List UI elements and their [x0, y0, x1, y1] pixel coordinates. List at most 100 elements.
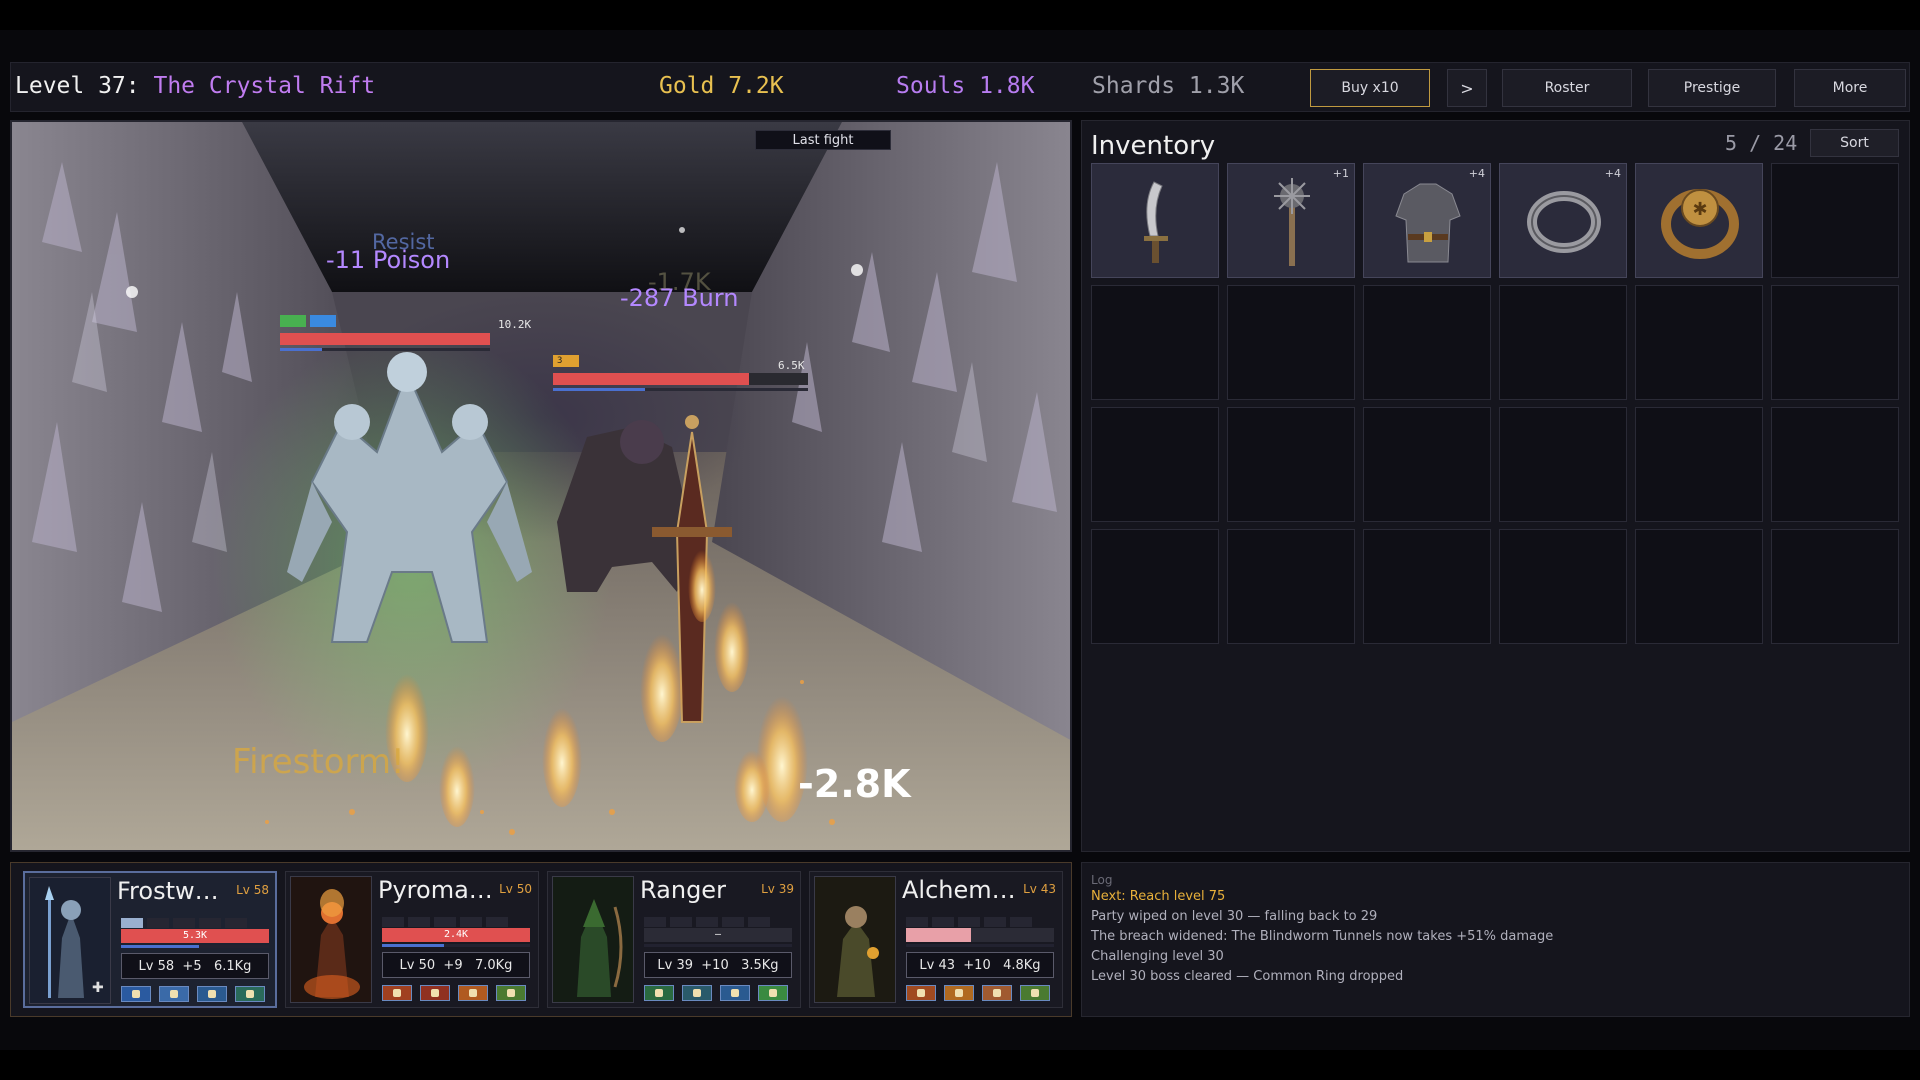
enemy-2-mana-bar — [553, 388, 645, 391]
inventory-slot-empty[interactable] — [1091, 285, 1219, 400]
gold-signet-ring-icon: ✱ — [1661, 189, 1739, 259]
hero-skills — [906, 985, 1056, 1001]
skill-explosive-icon[interactable] — [944, 985, 974, 1001]
frost-mage-portrait: ✚ — [29, 877, 111, 1004]
hero-pips — [906, 912, 1054, 927]
inventory-slot-curved-dagger[interactable] — [1091, 163, 1219, 278]
skill-fireball-icon[interactable] — [382, 985, 412, 1001]
enemy-2-hp-bar — [553, 373, 750, 385]
party-panel: ✚ Frostw… Lv 58 5.3K Lv 58 +5 6.1Kg Pyro… — [10, 862, 1072, 1017]
battle-scene[interactable]: Last fight 10.2K 3 6.5K Resist -11 Poiso… — [10, 120, 1072, 852]
burn-damage-text: -287 Burn — [620, 284, 739, 312]
enemy-1-hp-bar — [280, 333, 490, 345]
log-line: The breach widened: The Blindworm Tunnel… — [1091, 929, 1554, 944]
inventory-slot-empty[interactable] — [1091, 407, 1219, 522]
pyromancer-portrait — [290, 876, 372, 1003]
inventory-slot-empty[interactable] — [1363, 407, 1491, 522]
hero-level: Lv 50 — [499, 882, 532, 896]
skill-ice-bolt-icon[interactable] — [121, 986, 151, 1002]
prestige-button[interactable]: Prestige — [1648, 69, 1776, 107]
inventory-slot-spiked-mace[interactable]: +1 — [1227, 163, 1355, 278]
inventory-slot-empty[interactable] — [1227, 285, 1355, 400]
inventory-slot-chainmail-armor[interactable]: +4 — [1363, 163, 1491, 278]
hero-level: Lv 43 — [1023, 882, 1056, 896]
inventory-slot-empty[interactable] — [1771, 407, 1899, 522]
hero-stats: Lv 39 +10 3.5Kg — [644, 952, 792, 978]
inventory-slot-empty[interactable] — [1227, 407, 1355, 522]
hero-hp-bar: 5.3K — [121, 929, 269, 943]
inventory-slot-empty[interactable] — [1771, 163, 1899, 278]
alchemist-portrait — [814, 876, 896, 1003]
hero-skills — [644, 985, 794, 1001]
hero-card-frostweaver[interactable]: ✚ Frostw… Lv 58 5.3K Lv 58 +5 6.1Kg — [23, 871, 277, 1008]
log-line: Party wiped on level 30 — falling back t… — [1091, 909, 1378, 924]
hero-card-ranger[interactable]: Ranger Lv 39 — Lv 39 +10 3.5Kg — [547, 871, 801, 1008]
inventory-slot-empty[interactable] — [1363, 529, 1491, 644]
hero-hp-text: — — [714, 929, 722, 940]
chainmail-armor-icon — [1395, 183, 1461, 263]
hero-level: Lv 58 — [236, 883, 269, 897]
next-button[interactable]: > — [1447, 69, 1487, 107]
svg-text:✱: ✱ — [1692, 199, 1707, 220]
inventory-slot-empty[interactable] — [1635, 407, 1763, 522]
inventory-slot-gold-signet-ring[interactable]: ✱ — [1635, 163, 1763, 278]
hero-hp-bar: 2.4K — [382, 928, 530, 942]
hero-mana-bar — [382, 944, 530, 947]
inventory-slot-empty[interactable] — [1635, 529, 1763, 644]
inventory-title: Inventory — [1091, 131, 1216, 161]
inventory-slot-empty[interactable] — [1363, 285, 1491, 400]
inventory-slot-iron-ring[interactable]: +4 — [1499, 163, 1627, 278]
last-fight-label[interactable]: Last fight — [755, 130, 891, 150]
skill-firestorm-icon[interactable] — [420, 985, 450, 1001]
inventory-slot-empty[interactable] — [1499, 529, 1627, 644]
item-upgrade-level: +4 — [1468, 167, 1485, 180]
roster-button[interactable]: Roster — [1502, 69, 1632, 107]
inventory-slot-empty[interactable] — [1771, 529, 1899, 644]
skill-acid-flask-icon[interactable] — [906, 985, 936, 1001]
hero-hp-text: 5.3K — [182, 930, 208, 941]
hero-stats: Lv 58 +5 6.1Kg — [121, 953, 269, 979]
hero-hp-bar: — — [644, 928, 792, 942]
skill-heal-icon[interactable] — [235, 986, 265, 1002]
hero-skills — [121, 986, 271, 1002]
sort-button[interactable]: Sort — [1810, 129, 1899, 157]
hero-name: Frostw… — [117, 877, 219, 905]
inventory-slot-empty[interactable] — [1091, 529, 1219, 644]
souls-counter: Souls 1.8K — [896, 73, 1035, 99]
inventory-slot-empty[interactable] — [1227, 529, 1355, 644]
inventory-slot-empty[interactable] — [1771, 285, 1899, 400]
buy-x10-button[interactable]: Buy x10 — [1310, 69, 1430, 107]
hero-name: Ranger — [640, 876, 726, 904]
frost-status-icon — [310, 315, 336, 327]
inventory-slot-empty[interactable] — [1499, 407, 1627, 522]
hero-mana-bar — [906, 944, 1054, 947]
skill-camouflage-icon[interactable] — [758, 985, 788, 1001]
hero-stats: Lv 50 +9 7.0Kg — [382, 952, 530, 978]
hero-mana-bar — [121, 945, 269, 948]
inventory-panel: Inventory 5 / 24 Sort +1 +4 +4 ✱ — [1081, 120, 1910, 852]
top-letterbox — [0, 0, 1920, 30]
skill-multishot-icon[interactable] — [644, 985, 674, 1001]
log-title: Log — [1091, 873, 1113, 887]
curved-dagger-icon — [1144, 181, 1168, 263]
skill-transmute-icon[interactable] — [1020, 985, 1050, 1001]
log-panel: Log Next: Reach level 75 Party wiped on … — [1081, 862, 1910, 1017]
skill-elixir-icon[interactable] — [982, 985, 1012, 1001]
skill-volley-icon[interactable] — [720, 985, 750, 1001]
skill-frost-armor-icon[interactable] — [197, 986, 227, 1002]
spiked-mace-icon — [1274, 178, 1310, 266]
skill-trap-icon[interactable] — [682, 985, 712, 1001]
skill-ignite-icon[interactable] — [458, 985, 488, 1001]
more-button[interactable]: More — [1794, 69, 1906, 107]
enemy-2-hp-text: 6.5K — [778, 359, 805, 372]
log-line: Level 30 boss cleared — Common Ring drop… — [1091, 969, 1404, 984]
skill-inferno-icon[interactable] — [496, 985, 526, 1001]
skill-blizzard-icon[interactable] — [159, 986, 189, 1002]
inventory-slot-empty[interactable] — [1635, 285, 1763, 400]
hero-card-alchemist[interactable]: Alchem… Lv 43 Lv 43 +10 4.8Kg — [809, 871, 1063, 1008]
hero-pips — [382, 912, 530, 927]
hero-card-pyromancer[interactable]: Pyroma… Lv 50 2.4K Lv 50 +9 7.0Kg — [285, 871, 539, 1008]
inventory-slot-empty[interactable] — [1499, 285, 1627, 400]
hero-name: Pyroma… — [378, 876, 493, 904]
burn-status-icon: 3 — [553, 355, 579, 367]
